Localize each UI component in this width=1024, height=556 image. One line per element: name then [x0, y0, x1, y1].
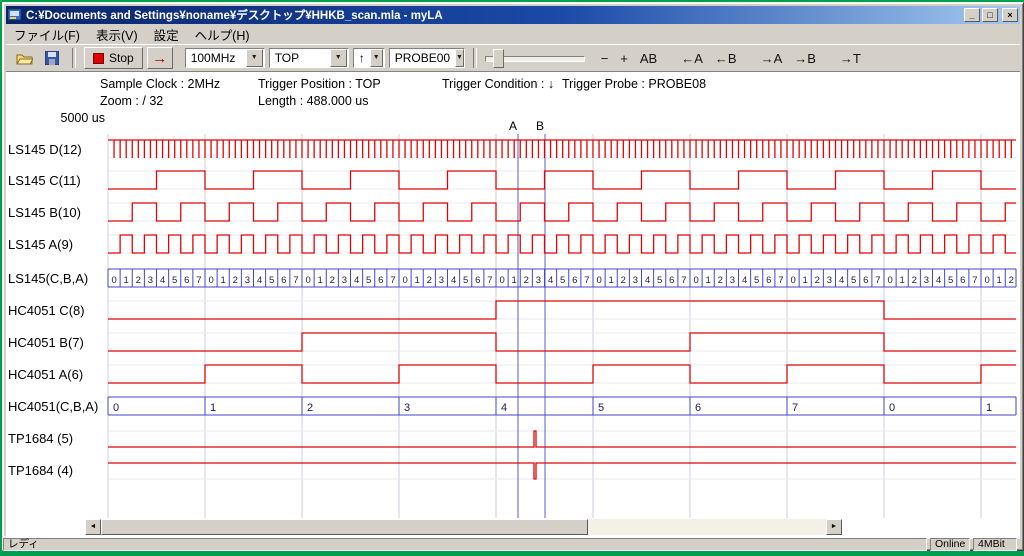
length-text: Length : 488.000 us	[258, 94, 369, 108]
goto-trigger-button[interactable]: →T	[836, 49, 865, 68]
clock-select[interactable]: 100MHz ▼	[185, 48, 265, 68]
trigger-edge-value: ↑	[354, 51, 370, 65]
floppy-icon	[45, 51, 59, 65]
open-button[interactable]	[12, 47, 36, 69]
goto-cursor-a-right-button[interactable]: →A	[757, 49, 787, 68]
stop-icon	[93, 53, 104, 64]
zoom-out-button[interactable]: −	[597, 49, 613, 68]
scroll-right-button[interactable]: ►	[826, 519, 842, 535]
channel-label: LS145 B(10)	[8, 205, 81, 220]
slider-thumb[interactable]	[493, 49, 504, 68]
channel-label: HC4051(C,B,A)	[8, 399, 98, 414]
channel-label: LS145 A(9)	[8, 237, 73, 252]
sample-clock-text: Sample Clock : 2MHz	[100, 77, 220, 91]
scroll-left-button[interactable]: ◄	[85, 519, 101, 535]
chevron-down-icon[interactable]: ▼	[246, 49, 263, 67]
title-bar[interactable]: C:¥Documents and Settings¥noname¥デスクトップ¥…	[6, 6, 1020, 24]
open-folder-icon	[16, 52, 33, 65]
window-controls: _ □ ×	[964, 8, 1018, 22]
save-button[interactable]	[40, 47, 64, 69]
channel-label: HC4051 B(7)	[8, 335, 84, 350]
trigger-position-value: TOP	[270, 51, 330, 65]
chevron-down-icon[interactable]: ▼	[455, 49, 464, 67]
clock-value: 100MHz	[186, 51, 246, 65]
waveform-client-area	[6, 72, 1020, 539]
goto-cursor-a-left-button[interactable]: ←A	[677, 49, 707, 68]
channel-label: LS145 C(11)	[8, 173, 81, 188]
trigger-position-text: Trigger Position : TOP	[258, 77, 381, 91]
cursor-ab-button[interactable]: AB	[636, 49, 661, 68]
minimize-button[interactable]: _	[964, 8, 980, 22]
trigger-position-select[interactable]: TOP ▼	[269, 48, 349, 68]
status-bar: レディ Online 4MBit	[3, 536, 1017, 551]
trigger-condition-text: Trigger Condition : ↓	[442, 77, 554, 91]
stop-button[interactable]: Stop	[84, 47, 143, 69]
menu-file[interactable]: ファイル(F)	[6, 23, 88, 46]
channel-label: LS145 D(12)	[8, 142, 82, 157]
window-title: C:¥Documents and Settings¥noname¥デスクトップ¥…	[26, 7, 443, 23]
scrollbar-thumb[interactable]	[101, 519, 588, 535]
goto-cursor-b-right-button[interactable]: →B	[790, 49, 820, 68]
menu-settings[interactable]: 設定	[146, 23, 187, 46]
probe-value: PROBE00	[390, 51, 455, 65]
channel-label: LS145(C,B,A)	[8, 271, 88, 286]
chevron-down-icon[interactable]: ▼	[330, 49, 347, 67]
status-online: Online	[930, 538, 970, 551]
channel-label: TP1684 (5)	[8, 431, 73, 446]
timebase-label: 5000 us	[55, 111, 105, 125]
trigger-probe-text: Trigger Probe : PROBE08	[562, 77, 706, 91]
menu-help[interactable]: ヘルプ(H)	[187, 23, 258, 46]
channel-label: TP1684 (4)	[8, 463, 73, 478]
trigger-edge-select[interactable]: ↑ ▼	[353, 48, 385, 68]
horizontal-scrollbar[interactable]: ◄ ►	[85, 519, 842, 535]
zoom-slider[interactable]	[485, 48, 585, 68]
probe-select[interactable]: PROBE00 ▼	[389, 48, 465, 68]
desktop: { "window": { "title": "C:¥Documents and…	[0, 0, 1024, 556]
menu-bar: ファイル(F) 表示(V) 設定 ヘルプ(H)	[6, 24, 1020, 44]
status-ready: レディ	[3, 538, 927, 551]
zoom-in-button[interactable]: +	[616, 49, 632, 68]
chevron-down-icon[interactable]: ▼	[370, 49, 383, 67]
close-button[interactable]: ×	[1002, 8, 1018, 22]
status-memory: 4MBit	[973, 538, 1017, 551]
zoom-text: Zoom : / 32	[100, 94, 163, 108]
menu-view[interactable]: 表示(V)	[88, 23, 146, 46]
goto-cursor-b-left-button[interactable]: ←B	[711, 49, 741, 68]
toolbar-separator	[72, 48, 76, 68]
channel-label: HC4051 C(8)	[8, 303, 85, 318]
channel-label: HC4051 A(6)	[8, 367, 83, 382]
maximize-button[interactable]: □	[982, 8, 998, 22]
run-button[interactable]: →	[147, 47, 173, 69]
stop-label: Stop	[109, 51, 134, 65]
toolbar-separator	[473, 48, 477, 68]
app-icon	[8, 8, 22, 22]
toolbar: Stop → 100MHz ▼ TOP ▼ ↑ ▼ PROBE00 ▼ − + …	[6, 44, 1020, 72]
